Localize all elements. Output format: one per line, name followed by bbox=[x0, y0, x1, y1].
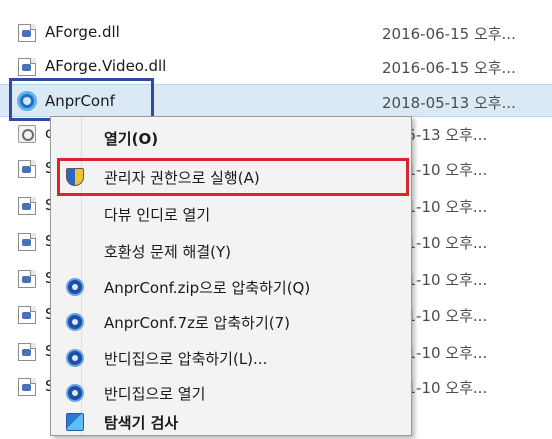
menu-item-compress-zip[interactable]: AnprConf.zip으로 압축하기(Q) bbox=[51, 270, 411, 304]
dll-file-icon bbox=[18, 343, 36, 361]
config-file-icon bbox=[18, 125, 36, 143]
file-row-aforge-dll[interactable]: AForge.dll 2016-06-15 오후... bbox=[0, 16, 552, 49]
menu-item-label: 탐색기 검사 bbox=[104, 414, 179, 432]
menu-item-compress-bandizip[interactable]: 반디집으로 압축하기(L)... bbox=[51, 341, 411, 375]
dll-file-icon bbox=[18, 378, 36, 396]
selected-file-highlight bbox=[9, 78, 154, 121]
menu-item-label: 반디집으로 압축하기(L)... bbox=[104, 350, 268, 368]
menu-item-label: 반디집으로 열기 bbox=[104, 385, 206, 403]
menu-item-explorer-scan[interactable]: 탐색기 검사 bbox=[51, 405, 411, 439]
archive-icon bbox=[66, 313, 84, 331]
file-date: 2016-06-15 오후... bbox=[382, 59, 516, 77]
file-name: AForge.dll bbox=[45, 23, 120, 41]
menu-item-label: AnprConf.7z로 압축하기(7) bbox=[104, 314, 291, 332]
dll-file-icon bbox=[18, 160, 36, 178]
archive-icon bbox=[66, 278, 84, 296]
file-name: AForge.Video.dll bbox=[45, 57, 167, 75]
archive-icon bbox=[66, 349, 84, 367]
dll-file-icon bbox=[18, 306, 36, 324]
dll-file-icon bbox=[18, 58, 36, 76]
file-date: 2016-06-15 오후... bbox=[382, 25, 516, 43]
menu-item-troubleshoot-compatibility[interactable]: 호환성 문제 해결(Y) bbox=[51, 234, 411, 268]
menu-item-label: 열기(O) bbox=[104, 130, 159, 148]
run-as-admin-highlight bbox=[57, 158, 409, 196]
menu-item-label: 호환성 문제 해결(Y) bbox=[104, 243, 232, 261]
menu-item-compress-7z[interactable]: AnprConf.7z로 압축하기(7) bbox=[51, 305, 411, 339]
dll-file-icon bbox=[18, 197, 36, 215]
menu-item-open-with-viewer[interactable]: 다뷰 인디로 열기 bbox=[51, 197, 411, 231]
menu-item-label: AnprConf.zip으로 압축하기(Q) bbox=[104, 279, 311, 297]
dll-file-icon bbox=[18, 24, 36, 42]
archive-icon bbox=[66, 384, 84, 402]
scan-icon bbox=[66, 413, 84, 431]
menu-item-label: 다뷰 인디로 열기 bbox=[104, 206, 211, 224]
menu-item-open[interactable]: 열기(O) bbox=[51, 121, 411, 155]
dll-file-icon bbox=[18, 233, 36, 251]
file-date: 2018-05-13 오후... bbox=[382, 94, 516, 112]
dll-file-icon bbox=[18, 270, 36, 288]
